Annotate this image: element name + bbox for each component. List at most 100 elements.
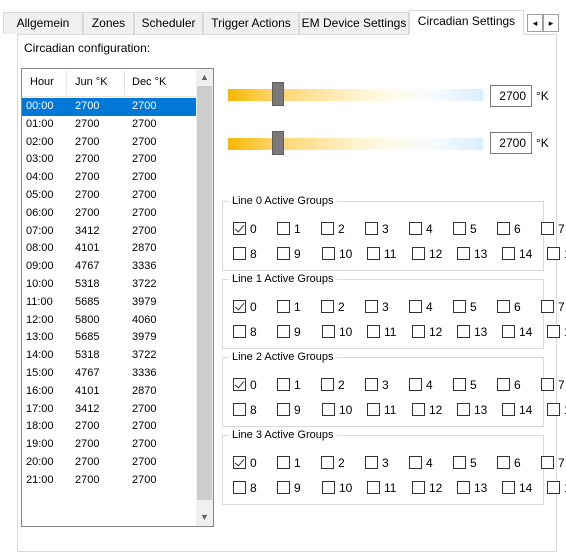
dec-temperature-value[interactable]: 2700: [490, 132, 532, 154]
checkbox-box[interactable]: [233, 247, 246, 260]
checkbox-box[interactable]: [457, 481, 470, 494]
checkbox-box[interactable]: [457, 247, 470, 260]
table-row[interactable]: 08:00 4101 2870: [22, 240, 196, 258]
hour-table[interactable]: Hour Jun °K Dec °K 00:00 2700 2700 01:00 270…: [21, 68, 214, 527]
table-row[interactable]: 19:00 2700 2700: [22, 436, 196, 454]
slider-thumb[interactable]: [272, 82, 284, 106]
tab-scheduler[interactable]: Scheduler: [134, 12, 203, 34]
table-row[interactable]: 11:00 5685 3979: [22, 294, 196, 312]
checkbox-box[interactable]: [365, 300, 378, 313]
checkbox-box[interactable]: [277, 456, 290, 469]
tab-zones[interactable]: Zones: [83, 12, 134, 34]
table-row[interactable]: 04:00 2700 2700: [22, 169, 196, 187]
table-row[interactable]: 18:00 2700 2700: [22, 418, 196, 436]
checkbox-box[interactable]: [497, 300, 510, 313]
checkbox-box[interactable]: [497, 456, 510, 469]
table-row[interactable]: 20:00 2700 2700: [22, 454, 196, 472]
checkbox-box[interactable]: [409, 300, 422, 313]
tab-trigger-actions[interactable]: Trigger Actions: [203, 12, 299, 34]
table-row[interactable]: 05:00 2700 2700: [22, 187, 196, 205]
checkbox-box[interactable]: [233, 325, 246, 338]
checkbox-box[interactable]: [233, 481, 246, 494]
table-row[interactable]: 13:00 5685 3979: [22, 329, 196, 347]
checkbox-box[interactable]: [547, 481, 560, 494]
checkbox-box[interactable]: [547, 403, 560, 416]
checkbox-box[interactable]: [322, 481, 335, 494]
tab-em-device-settings[interactable]: EM Device Settings: [299, 12, 409, 34]
checkbox-box[interactable]: [277, 247, 290, 260]
table-row[interactable]: 07:00 3412 2700: [22, 223, 196, 241]
jun-temperature-slider[interactable]: [225, 82, 483, 106]
checkbox-box[interactable]: [453, 300, 466, 313]
table-row[interactable]: 17:00 3412 2700: [22, 401, 196, 419]
checkbox-box[interactable]: [322, 247, 335, 260]
checkbox-box[interactable]: [367, 403, 380, 416]
checkbox-box[interactable]: [502, 481, 515, 494]
tab-scroll-left-icon[interactable]: ◂: [527, 14, 543, 32]
table-scrollbar[interactable]: ▲ ▼: [196, 69, 213, 526]
jun-temperature-value[interactable]: 2700: [490, 85, 532, 107]
table-row[interactable]: 02:00 2700 2700: [22, 134, 196, 152]
checkbox-box[interactable]: [457, 403, 470, 416]
checkbox-box[interactable]: [322, 403, 335, 416]
checkbox-box[interactable]: [453, 378, 466, 391]
table-row[interactable]: 00:00 2700 2700: [22, 98, 196, 116]
table-row[interactable]: 14:00 5318 3722: [22, 347, 196, 365]
table-row[interactable]: 01:00 2700 2700: [22, 116, 196, 134]
checkbox-box[interactable]: [547, 325, 560, 338]
checkbox-box[interactable]: [497, 222, 510, 235]
checkbox-box[interactable]: [277, 222, 290, 235]
checkbox-box[interactable]: [541, 300, 554, 313]
checkbox-box[interactable]: [412, 481, 425, 494]
checkbox-box[interactable]: [233, 378, 246, 391]
checkbox-box[interactable]: [457, 325, 470, 338]
table-row[interactable]: 09:00 4767 3336: [22, 258, 196, 276]
checkbox-box[interactable]: [502, 325, 515, 338]
checkbox-box[interactable]: [367, 481, 380, 494]
checkbox-box[interactable]: [365, 378, 378, 391]
column-jun[interactable]: Jun °K: [75, 76, 108, 88]
checkbox-box[interactable]: [541, 378, 554, 391]
checkbox-box[interactable]: [321, 222, 334, 235]
checkbox-box[interactable]: [321, 300, 334, 313]
table-row[interactable]: 12:00 5800 4060: [22, 312, 196, 330]
table-row[interactable]: 21:00 2700 2700: [22, 472, 196, 490]
checkbox-box[interactable]: [367, 325, 380, 338]
checkbox-box[interactable]: [233, 403, 246, 416]
checkbox-box[interactable]: [497, 378, 510, 391]
column-hour[interactable]: Hour: [30, 76, 54, 88]
checkbox-box[interactable]: [233, 456, 246, 469]
checkbox-box[interactable]: [453, 456, 466, 469]
checkbox-box[interactable]: [409, 456, 422, 469]
checkbox-box[interactable]: [277, 325, 290, 338]
checkbox-box[interactable]: [541, 456, 554, 469]
checkbox-box[interactable]: [453, 222, 466, 235]
tab-circadian-settings[interactable]: Circadian Settings: [409, 10, 524, 35]
checkbox-box[interactable]: [277, 403, 290, 416]
scroll-thumb[interactable]: [197, 86, 212, 500]
checkbox-box[interactable]: [502, 247, 515, 260]
checkbox-box[interactable]: [412, 325, 425, 338]
checkbox-box[interactable]: [412, 403, 425, 416]
checkbox-box[interactable]: [321, 378, 334, 391]
tab-scroll-right-icon[interactable]: ▸: [543, 14, 559, 32]
scroll-up-icon[interactable]: ▲: [196, 69, 213, 86]
checkbox-box[interactable]: [277, 481, 290, 494]
checkbox-box[interactable]: [541, 222, 554, 235]
table-row[interactable]: 15:00 4767 3336: [22, 365, 196, 383]
checkbox-box[interactable]: [409, 222, 422, 235]
checkbox-box[interactable]: [547, 247, 560, 260]
table-row[interactable]: 06:00 2700 2700: [22, 205, 196, 223]
checkbox-box[interactable]: [277, 300, 290, 313]
table-row[interactable]: 10:00 5318 3722: [22, 276, 196, 294]
column-dec[interactable]: Dec °K: [132, 76, 166, 88]
checkbox-box[interactable]: [233, 222, 246, 235]
checkbox-box[interactable]: [321, 456, 334, 469]
checkbox-box[interactable]: [367, 247, 380, 260]
checkbox-box[interactable]: [365, 456, 378, 469]
checkbox-box[interactable]: [409, 378, 422, 391]
checkbox-box[interactable]: [412, 247, 425, 260]
tab-allgemein[interactable]: Allgemein: [3, 12, 83, 34]
scroll-down-icon[interactable]: ▼: [196, 509, 213, 526]
checkbox-box[interactable]: [277, 378, 290, 391]
